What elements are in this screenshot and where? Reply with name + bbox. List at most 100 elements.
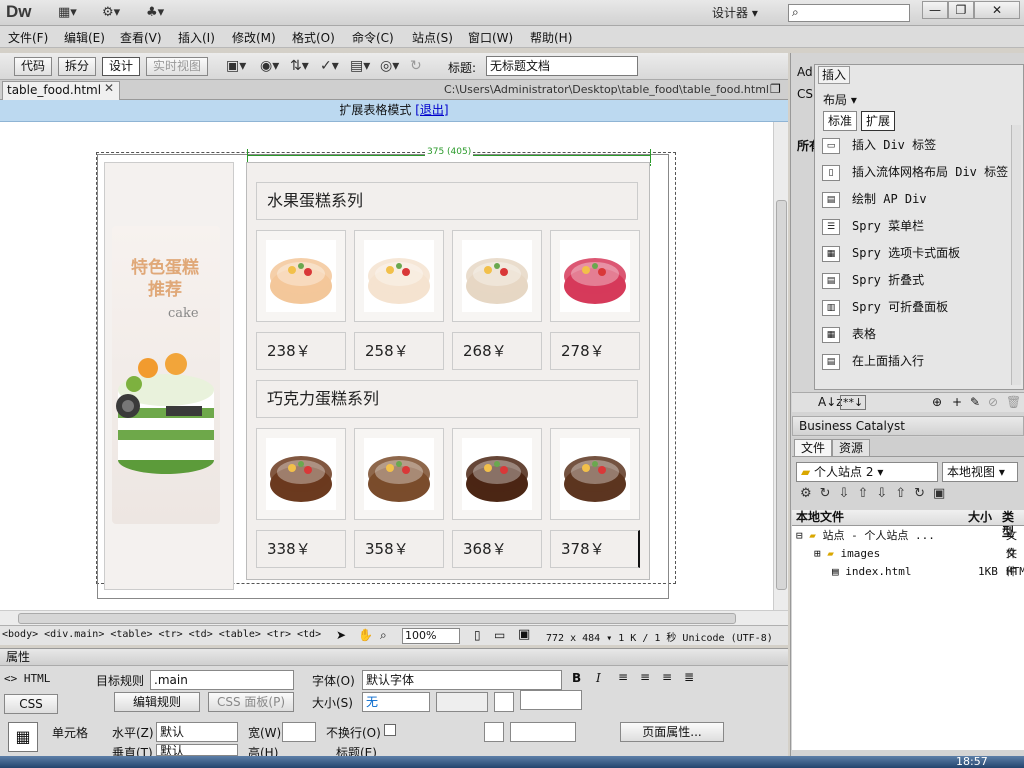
menu-modify[interactable]: 修改(M) (232, 29, 276, 46)
files-view-select[interactable]: 本地视图 ▾ (942, 462, 1018, 482)
align-left-icon[interactable]: ≡ (618, 670, 628, 684)
collapse-icon[interactable]: ⊟ (796, 529, 809, 542)
design-canvas[interactable]: 375 (405) 特色蛋糕推荐 cake 水果蛋糕系列 238￥ 258￥ 2… (0, 122, 773, 610)
multiscreen-icon[interactable]: ▣▾ (226, 58, 246, 74)
menu-edit[interactable]: 编辑(E) (64, 29, 105, 46)
menu-site[interactable]: 站点(S) (412, 29, 453, 46)
browser-preview-icon[interactable]: ◉▾ (260, 58, 279, 74)
menu-insert[interactable]: 插入(I) (178, 29, 215, 46)
html-mode-button[interactable]: <> HTML (4, 672, 50, 685)
align-right-icon[interactable]: ≡ (662, 670, 672, 684)
files-toolbar[interactable]: ⚙↻⇩⇧⇩⇧↻▣ (800, 486, 953, 501)
justify-icon[interactable]: ≣ (684, 670, 694, 684)
collapsed-panel-tab[interactable]: Ad (797, 65, 813, 79)
new-rule-icon[interactable]: + (952, 395, 962, 409)
price-cell[interactable]: 358￥ (354, 530, 444, 568)
search-input[interactable]: ⌕ (788, 4, 910, 22)
menu-file[interactable]: 文件(F) (8, 29, 48, 46)
insert-item[interactable]: ☰ Spry 菜单栏 (822, 213, 1010, 239)
price-cell[interactable]: 268￥ (452, 332, 542, 370)
price-cell[interactable]: 238￥ (256, 332, 346, 370)
css-panel-button[interactable]: CSS 面板(P) (208, 692, 294, 712)
menu-help[interactable]: 帮助(H) (530, 29, 572, 46)
insert-item[interactable]: ▥ Spry 可折叠面板 (822, 294, 1010, 320)
bold-icon[interactable]: B (572, 671, 581, 685)
show-set-icon[interactable]: **↓ (840, 395, 867, 410)
doc-title-input[interactable]: 无标题文档 (486, 56, 638, 76)
product-image-cell[interactable] (256, 428, 346, 520)
site-icon[interactable]: ♣▾ (146, 5, 164, 20)
vertical-scroll-thumb[interactable] (776, 200, 787, 590)
properties-header[interactable]: 属性 (0, 648, 788, 666)
insert-item[interactable]: ▤ 在上面插入行 (822, 348, 1010, 374)
product-image-cell[interactable] (550, 428, 640, 520)
menu-view[interactable]: 查看(V) (120, 29, 162, 46)
menu-commands[interactable]: 命令(C) (352, 29, 394, 46)
width-input[interactable] (282, 722, 316, 742)
visual-aids-icon[interactable]: ▤▾ (350, 58, 370, 74)
minimize-button[interactable]: — (922, 1, 948, 19)
price-cell[interactable]: 258￥ (354, 332, 444, 370)
page-properties-button[interactable]: 页面属性... (620, 722, 724, 742)
insert-item[interactable]: ▭ 插入 Div 标签 (822, 132, 1010, 158)
price-cell[interactable]: 338￥ (256, 530, 346, 568)
insert-category-select[interactable]: 布局 ▾ (823, 91, 857, 108)
layout-icon[interactable]: ▦▾ (58, 5, 77, 20)
horizontal-scroll-thumb[interactable] (18, 613, 736, 624)
file-row[interactable]: ⊟ ▰ 站点 - 个人站点 ... 文件 (796, 527, 1022, 560)
file-row[interactable]: ⊞ ▰ images 文件 (796, 545, 1022, 578)
file-management-icon[interactable]: ⇅▾ (290, 58, 309, 74)
insert-panel-scrollbar[interactable] (1011, 125, 1021, 385)
delete-icon[interactable]: 🗑 (1006, 395, 1021, 409)
files-tab[interactable]: 文件 (794, 439, 833, 457)
site-select[interactable]: ▰ 个人站点 2 ▾ (796, 462, 938, 482)
category-title-cell[interactable]: 巧克力蛋糕系列 (256, 380, 638, 418)
product-image-cell[interactable] (550, 230, 640, 322)
hand-tool-icon[interactable]: ✋ (358, 628, 373, 642)
collapsed-panel-tab[interactable]: CS (797, 87, 813, 101)
file-row[interactable]: ▤ index.html 1KB HTM (796, 563, 1024, 581)
close-button[interactable]: ✕ (974, 1, 1020, 19)
edit-rule-button[interactable]: 编辑规则 (114, 692, 200, 712)
maximize-button[interactable]: ❐ (948, 1, 974, 19)
bgcolor-picker[interactable] (484, 722, 504, 742)
insert-item[interactable]: ▤ Spry 折叠式 (822, 267, 1010, 293)
zoom-select[interactable]: 100% (402, 628, 460, 644)
size-select[interactable]: 无 (362, 692, 430, 712)
category-title-cell[interactable]: 水果蛋糕系列 (256, 182, 638, 220)
vertical-scrollbar[interactable] (773, 122, 788, 610)
attach-style-icon[interactable]: ⊕ (932, 395, 942, 409)
expanded-mode-tab[interactable]: 扩展 (861, 111, 895, 131)
tag-selector[interactable]: <body> <div.main> <table> <tr> <td> <tab… (2, 629, 321, 640)
css-mode-button[interactable]: CSS (4, 694, 58, 714)
vert-select[interactable]: 默认 (156, 744, 238, 756)
file-tab[interactable]: table_food.html (2, 81, 120, 100)
price-cell[interactable]: 278￥ (550, 332, 640, 370)
color-picker[interactable] (494, 692, 514, 712)
italic-icon[interactable]: I (596, 671, 601, 685)
business-catalyst-header[interactable]: Business Catalyst (792, 416, 1024, 436)
phone-size-icon[interactable]: ▯ (474, 628, 481, 642)
product-image-cell[interactable] (354, 230, 444, 322)
split-view-button[interactable]: 拆分 (58, 57, 97, 76)
insert-item[interactable]: ▤ 绘制 AP Div (822, 186, 1010, 212)
col-size[interactable]: 大小 (968, 510, 992, 525)
nowrap-checkbox[interactable] (384, 724, 396, 736)
insert-item[interactable]: ▦ 表格 (822, 321, 1010, 347)
font-select[interactable]: 默认字体 (362, 670, 562, 690)
align-center-icon[interactable]: ≡ (640, 670, 650, 684)
sort-icon[interactable]: A↓z (818, 395, 843, 409)
close-icon[interactable]: ✕ (104, 81, 114, 95)
exit-expanded-link[interactable]: [退出] (415, 103, 448, 117)
expand-icon[interactable]: ⊞ (814, 547, 827, 560)
product-image-cell[interactable] (452, 428, 542, 520)
horizontal-scrollbar[interactable] (0, 610, 788, 625)
edit-icon[interactable]: ✎ (970, 395, 980, 409)
tablet-size-icon[interactable]: ▭ (494, 628, 505, 642)
code-view-button[interactable]: 代码 (14, 57, 53, 76)
gear-icon[interactable]: ⚙▾ (102, 5, 120, 20)
insert-item[interactable]: ▯ 插入流体网格布局 Div 标签 (822, 159, 1010, 185)
disable-icon[interactable]: ⊘ (988, 395, 998, 409)
menu-window[interactable]: 窗口(W) (468, 29, 513, 46)
refresh-icon[interactable]: ↻ (410, 58, 422, 74)
